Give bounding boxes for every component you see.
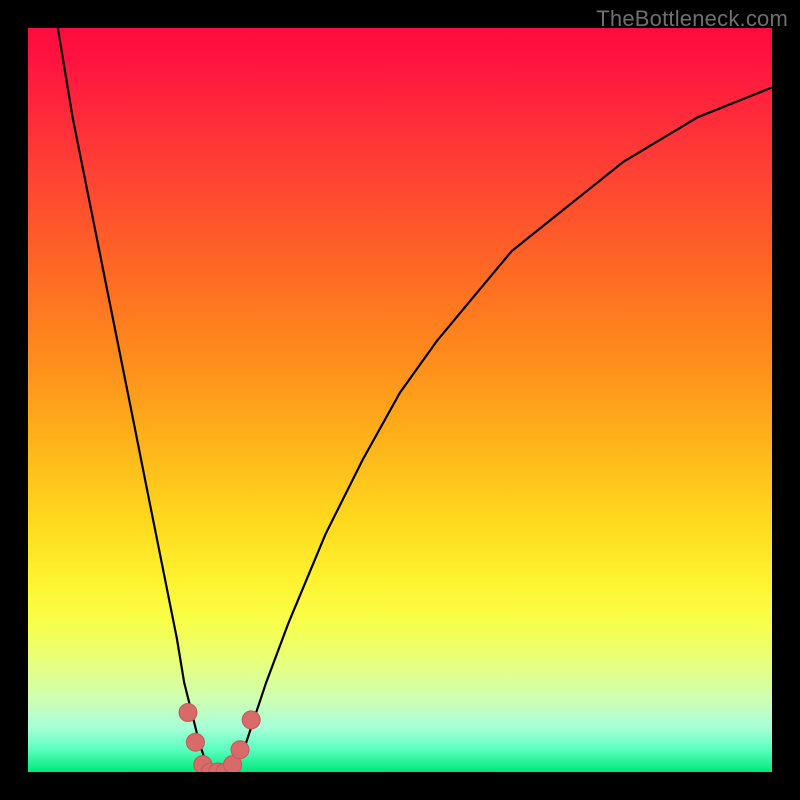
sweet-spot-marker bbox=[231, 741, 249, 759]
sweet-spot-marker bbox=[186, 733, 204, 751]
plot-area bbox=[28, 28, 772, 772]
chart-svg bbox=[28, 28, 772, 772]
sweet-spot-marker bbox=[179, 704, 197, 722]
sweet-spot-marker bbox=[242, 711, 260, 729]
chart-frame: TheBottleneck.com bbox=[0, 0, 800, 800]
bottleneck-curve bbox=[58, 28, 772, 772]
